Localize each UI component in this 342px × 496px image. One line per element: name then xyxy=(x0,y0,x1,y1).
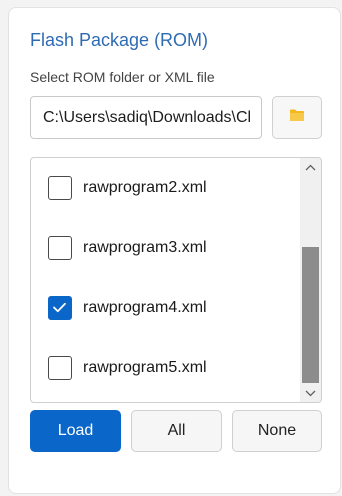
list-item[interactable]: rawprogram5.xml xyxy=(31,338,299,398)
list-item[interactable]: rawprogram2.xml xyxy=(31,158,299,218)
list-scrollbar[interactable] xyxy=(300,158,321,402)
scroll-up-arrow[interactable] xyxy=(300,158,321,176)
rom-file-list[interactable]: rawprogram2.xml rawprogram3.xml rawprogr… xyxy=(30,157,322,403)
list-item[interactable]: rawprogram3.xml xyxy=(31,218,299,278)
folder-icon xyxy=(289,108,305,127)
select-all-button[interactable]: All xyxy=(131,410,222,452)
file-label: rawprogram4.xml xyxy=(83,299,207,316)
file-checkbox[interactable] xyxy=(48,236,72,260)
file-checkbox[interactable] xyxy=(48,356,72,380)
file-label: rawprogram2.xml xyxy=(83,179,207,196)
file-checkbox[interactable] xyxy=(48,176,72,200)
file-label: rawprogram3.xml xyxy=(83,239,207,256)
rom-path-input[interactable] xyxy=(30,96,262,139)
select-none-button[interactable]: None xyxy=(232,410,322,452)
panel-title: Flash Package (ROM) xyxy=(30,30,209,50)
flash-package-panel: Flash Package (ROM) Select ROM folder or… xyxy=(8,7,341,494)
browse-folder-button[interactable] xyxy=(272,96,322,139)
chevron-down-icon xyxy=(305,390,316,396)
file-label: rawprogram5.xml xyxy=(83,359,207,376)
load-button[interactable]: Load xyxy=(30,410,121,452)
panel-subtitle: Select ROM folder or XML file xyxy=(30,69,215,85)
checkmark-icon xyxy=(53,302,66,313)
chevron-up-icon xyxy=(305,164,316,170)
scroll-down-arrow[interactable] xyxy=(300,384,321,402)
list-item[interactable]: rawprogram4.xml xyxy=(31,278,299,338)
scroll-thumb[interactable] xyxy=(302,247,319,383)
file-checkbox-checked[interactable] xyxy=(48,296,72,320)
